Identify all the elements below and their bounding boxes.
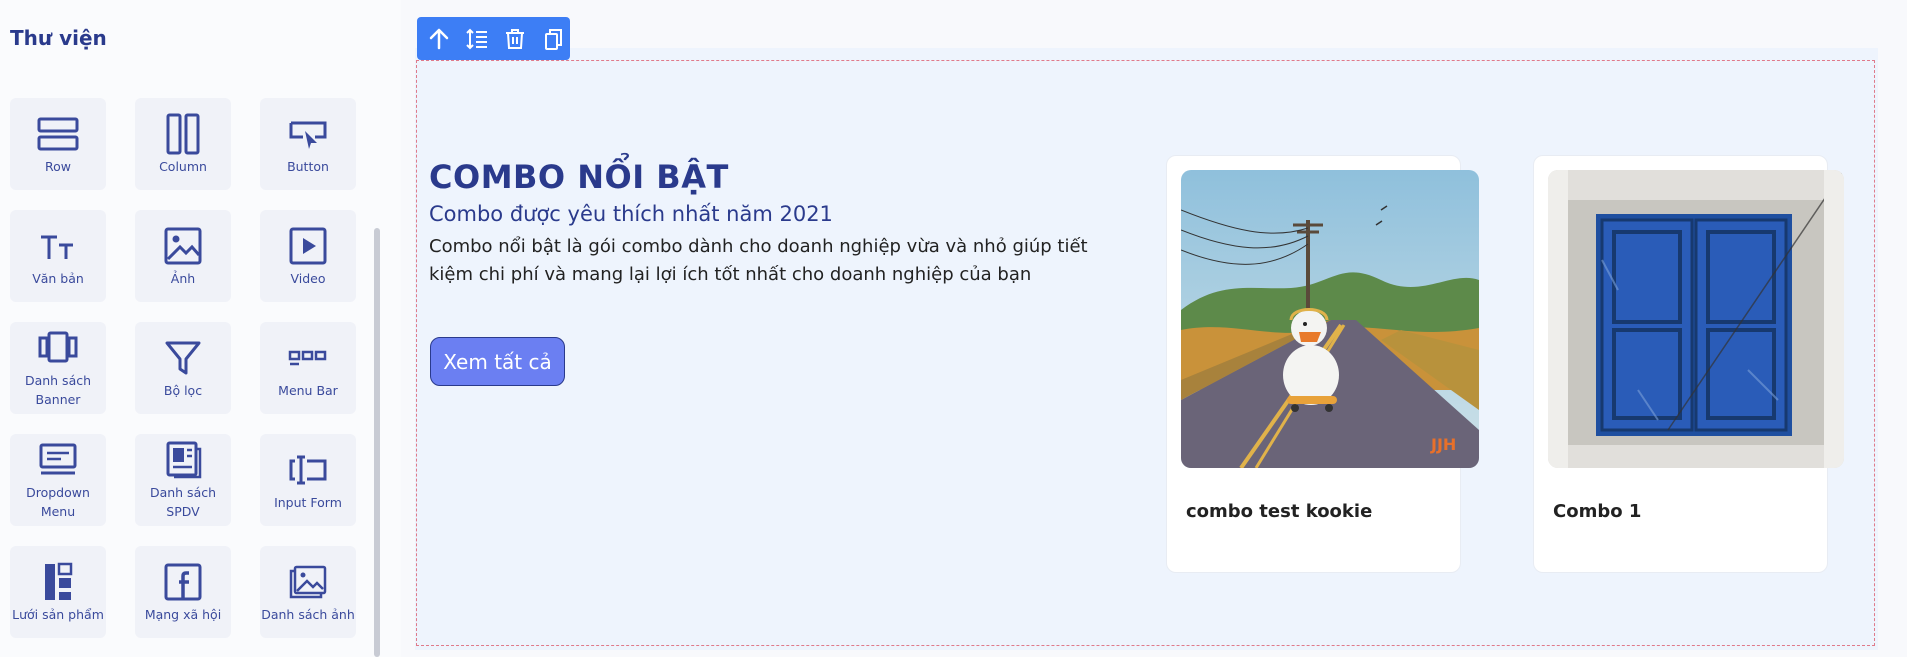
widget-label: Mạng xã hội: [144, 606, 222, 622]
image-icon: [164, 227, 202, 264]
widget-image-list[interactable]: Danh sách ảnh: [260, 546, 356, 638]
video-icon: [289, 227, 327, 264]
combo-card-image: JJH: [1181, 170, 1479, 468]
section-subheading: Combo được yêu thích nhất năm 2021: [429, 202, 833, 226]
view-all-button[interactable]: Xem tất cả: [430, 337, 565, 386]
widget-label: Danh sách SPDV: [149, 485, 217, 519]
widget-label: Lưới sản phẩm: [12, 606, 104, 622]
widget-button[interactable]: Button: [260, 98, 356, 190]
trash-icon: [506, 28, 524, 49]
widget-text[interactable]: Văn bản: [10, 210, 106, 302]
combo-card[interactable]: JJH combo test kookie: [1166, 155, 1479, 573]
copy-icon: [545, 28, 562, 50]
duplicate-button[interactable]: [538, 24, 568, 54]
widget-label: Input Form: [274, 494, 342, 510]
input-form-icon: [289, 455, 327, 484]
spacing-button[interactable]: [462, 24, 492, 54]
duck-skateboard-illustration: JJH: [1181, 170, 1479, 468]
widget-filter[interactable]: Bộ lọc: [135, 322, 231, 414]
button-icon: [289, 121, 327, 149]
line-spacing-icon: [466, 28, 487, 49]
widget-product-grid[interactable]: Lưới sản phẩm: [10, 546, 106, 638]
banner-list-icon: [38, 331, 78, 363]
arrow-up-icon: [429, 28, 449, 49]
widget-label: Văn bản: [32, 270, 84, 286]
widget-label: Dropdown Menu: [26, 485, 90, 519]
product-list-icon: [166, 441, 202, 479]
library-sidebar: Thư viện Row Column Button Văn bản Ảnh V…: [0, 0, 402, 657]
menu-bar-icon: [288, 350, 327, 365]
move-up-button[interactable]: [424, 24, 454, 54]
column-icon: [166, 113, 200, 154]
widget-label: Column: [159, 158, 207, 174]
combo-card[interactable]: Combo 1: [1533, 155, 1844, 573]
svg-text:JJH: JJH: [1430, 435, 1456, 454]
combo-card-name: combo test kookie: [1186, 501, 1373, 522]
sidebar-scrollbar[interactable]: [374, 228, 380, 657]
filter-icon: [165, 341, 201, 374]
widget-label: Danh sách ảnh: [261, 606, 355, 622]
section-description: Combo nổi bật là gói combo dành cho doan…: [429, 236, 1088, 285]
combo-card-name: Combo 1: [1553, 501, 1642, 522]
widget-product-list[interactable]: Danh sách SPDV: [135, 434, 231, 526]
section-toolbar: [417, 17, 570, 60]
image-list-icon: [289, 565, 327, 598]
widget-social[interactable]: Mạng xã hội: [135, 546, 231, 638]
widget-menu-bar[interactable]: Menu Bar: [260, 322, 356, 414]
dropdown-menu-icon: [39, 443, 77, 475]
widget-label: Bộ lọc: [163, 382, 203, 398]
widget-image[interactable]: Ảnh: [135, 210, 231, 302]
widget-grid: Row Column Button Văn bản Ảnh Video Danh…: [10, 98, 356, 638]
product-grid-icon: [45, 562, 73, 600]
widget-row[interactable]: Row: [10, 98, 106, 190]
widget-column[interactable]: Column: [135, 98, 231, 190]
widget-label: Danh sách Banner: [24, 373, 92, 407]
widget-label: Video: [290, 270, 326, 286]
widget-dropdown-menu[interactable]: Dropdown Menu: [10, 434, 106, 526]
widget-video[interactable]: Video: [260, 210, 356, 302]
blue-window-shutters-photo: [1548, 170, 1844, 468]
delete-button[interactable]: [500, 24, 530, 54]
text-icon: [41, 235, 73, 259]
combo-card-image: [1548, 170, 1844, 468]
sidebar-title: Thư viện: [10, 26, 107, 50]
widget-banner-list[interactable]: Danh sách Banner: [10, 322, 106, 414]
facebook-icon: [164, 563, 202, 600]
widget-label: Ảnh: [170, 270, 196, 286]
widget-label: Menu Bar: [278, 382, 338, 398]
widget-input-form[interactable]: Input Form: [260, 434, 356, 526]
widget-label: Row: [45, 158, 71, 174]
widget-label: Button: [287, 158, 329, 174]
section-heading: COMBO NỔI BẬT: [429, 158, 729, 196]
row-icon: [37, 117, 79, 150]
